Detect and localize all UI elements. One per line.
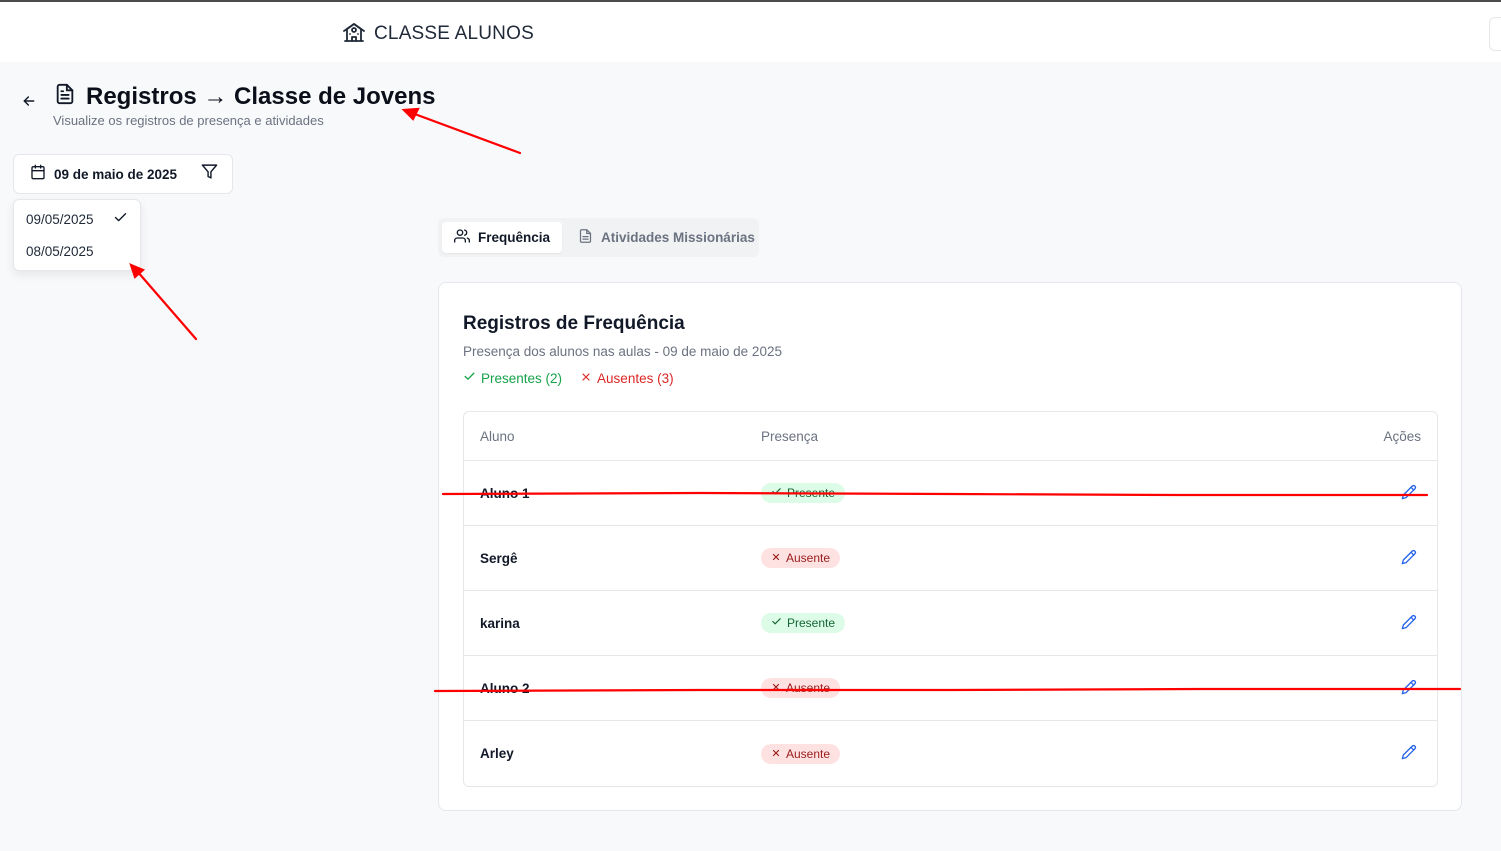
- status-badge: Presente: [761, 613, 846, 633]
- back-button[interactable]: [18, 92, 40, 114]
- x-icon: [771, 681, 781, 695]
- attendance-summary: Presentes (2) Ausentes (3): [463, 370, 674, 386]
- annotation-arrow-dropdown: [135, 269, 198, 341]
- edit-button[interactable]: [1397, 676, 1421, 700]
- edit-button[interactable]: [1397, 742, 1421, 766]
- date-option-label: 09/05/2025: [26, 211, 94, 227]
- present-count: Presentes (2): [463, 370, 562, 386]
- date-option[interactable]: 09/05/2025: [14, 203, 140, 235]
- student-name: Aluno 1: [480, 485, 530, 501]
- file-text-icon: [578, 228, 593, 247]
- card-title: Registros de Frequência: [463, 313, 685, 334]
- x-icon: [771, 551, 781, 565]
- annotation-arrow-title: [410, 111, 522, 155]
- absent-count-label: Ausentes (3): [597, 370, 674, 386]
- x-icon: [771, 747, 781, 761]
- arrow-left-icon: [21, 93, 37, 114]
- table-row: karina Presente: [464, 591, 1437, 656]
- table-header: Aluno Presença Ações: [464, 412, 1437, 461]
- page-title: Registros → Classe de Jovens: [86, 82, 436, 110]
- student-name: Arley: [480, 746, 514, 761]
- table-row: Aluno 1 Presente: [464, 461, 1437, 526]
- attendance-table: Aluno Presença Ações Aluno 1 Presente Se…: [463, 411, 1438, 787]
- status-badge: Ausente: [761, 743, 841, 764]
- present-count-label: Presentes (2): [481, 370, 563, 386]
- edit-button[interactable]: [1397, 481, 1421, 505]
- top-bar: CLASSE ALUNOS: [0, 0, 1501, 62]
- status-label: Ausente: [786, 681, 831, 695]
- users-icon: [454, 228, 470, 247]
- student-name: Sergê: [480, 550, 518, 566]
- status-badge: Presente: [761, 483, 846, 503]
- tab-frequencia[interactable]: Frequência: [442, 222, 563, 253]
- selected-date-label: 09 de maio de 2025: [54, 166, 178, 182]
- status-label: Ausente: [786, 551, 831, 565]
- check-icon: [113, 210, 128, 228]
- date-dropdown: 09/05/2025 08/05/2025: [13, 199, 141, 271]
- column-header-student: Aluno: [480, 428, 515, 444]
- status-label: Ausente: [786, 746, 831, 761]
- pencil-icon: [1401, 679, 1417, 698]
- table-row: Sergê Ausente: [464, 526, 1437, 591]
- edit-button[interactable]: [1397, 611, 1421, 635]
- x-icon: [580, 371, 592, 386]
- pencil-icon: [1401, 744, 1417, 763]
- check-icon: [463, 370, 476, 386]
- page-header: Registros → Classe de Jovens: [54, 82, 435, 111]
- date-option-label: 08/05/2025: [26, 243, 94, 259]
- status-badge: Ausente: [761, 678, 841, 698]
- absent-count: Ausentes (3): [580, 370, 674, 386]
- table-row: Arley Ausente: [464, 721, 1437, 786]
- status-label: Presente: [787, 486, 836, 500]
- date-filter-button[interactable]: 09 de maio de 2025: [13, 154, 233, 194]
- page-subtitle: Visualize os registros de presença e ati…: [53, 113, 324, 128]
- tab-label: Atividades Missionárias: [601, 230, 755, 245]
- edit-button[interactable]: [1397, 546, 1421, 570]
- column-header-actions: Ações: [1383, 428, 1421, 444]
- pencil-icon: [1401, 614, 1417, 633]
- student-name: karina: [480, 615, 520, 631]
- attendance-card: Registros de Frequência Presença dos alu…: [438, 282, 1462, 811]
- filter-icon[interactable]: [201, 163, 218, 185]
- file-text-icon: [54, 82, 76, 111]
- school-icon: [342, 20, 366, 49]
- status-label: Presente: [787, 616, 836, 630]
- column-header-attendance: Presença: [761, 428, 819, 444]
- tab-atividades-missionarias[interactable]: Atividades Missionárias: [566, 222, 767, 253]
- calendar-icon: [30, 164, 46, 185]
- tab-label: Frequência: [478, 230, 551, 245]
- table-row: Aluno 2 Ausente: [464, 656, 1437, 721]
- card-subtitle: Presença dos alunos nas aulas - 09 de ma…: [463, 344, 782, 359]
- tabs: Frequência Atividades Missionárias: [438, 218, 759, 257]
- student-name: Aluno 2: [480, 680, 530, 696]
- date-option[interactable]: 08/05/2025: [14, 235, 140, 267]
- app-title: CLASSE ALUNOS: [374, 23, 534, 44]
- pencil-icon: [1401, 484, 1417, 503]
- check-icon: [771, 486, 782, 500]
- header-button[interactable]: [1489, 17, 1501, 51]
- check-icon: [771, 616, 782, 630]
- pencil-icon: [1401, 549, 1417, 568]
- brand[interactable]: CLASSE ALUNOS: [342, 21, 534, 47]
- status-badge: Ausente: [761, 548, 841, 568]
